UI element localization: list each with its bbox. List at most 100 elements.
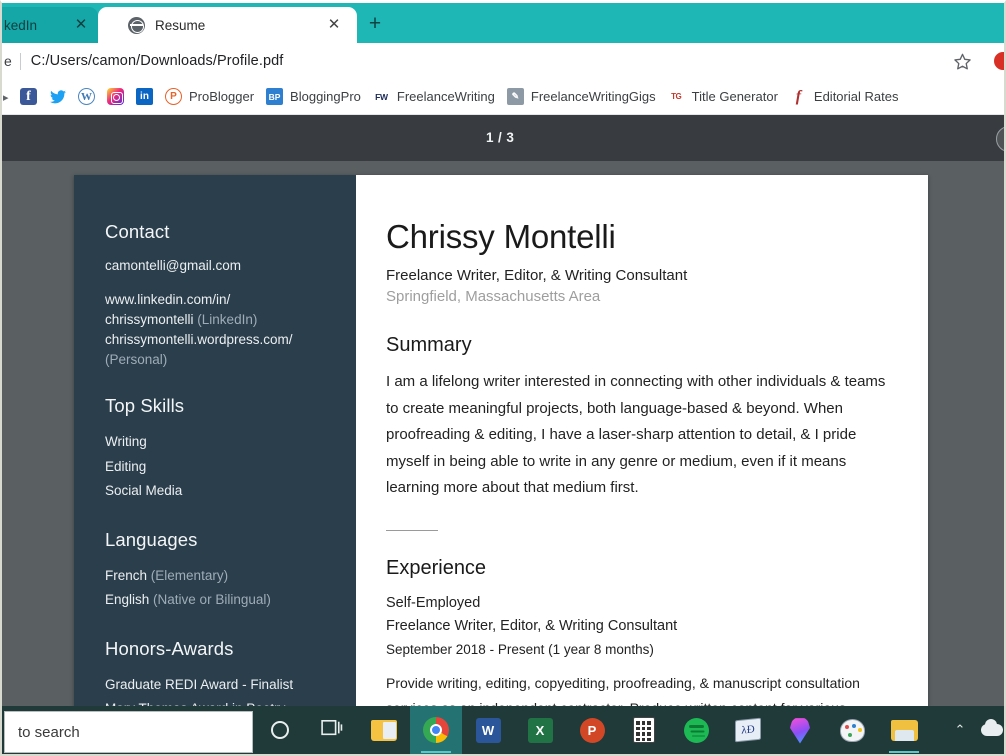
- excel-icon: X: [527, 717, 553, 743]
- experience-heading: Experience: [386, 557, 487, 579]
- tab-linkedin-close-icon[interactable]: ✕: [72, 16, 90, 34]
- bookmark-title-generator-label: Title Generator: [691, 89, 778, 104]
- experience-description: Provide writing, editing, copyediting, p…: [386, 675, 860, 707]
- top-skills-heading: Top Skills: [105, 395, 185, 416]
- honors-heading: Honors-Awards: [105, 637, 234, 659]
- experience-entry: Self-Employed Freelance Writer, Editor, …: [386, 592, 894, 707]
- taskbar-excel-button[interactable]: X: [514, 706, 566, 754]
- taskbar-paint-button[interactable]: [826, 706, 878, 754]
- bookmark-problogger-label: ProBlogger: [189, 89, 255, 104]
- show-hidden-icons-button[interactable]: ⌃: [944, 706, 976, 754]
- bookmark-title-generator[interactable]: TG Title Generator: [662, 84, 784, 110]
- pdf-viewer-stage[interactable]: Contact camontelli@gmail.com www.linkedi…: [2, 161, 1004, 707]
- browser-window: kedIn ✕ Resume ✕ + e C:/Users/camon/Down…: [0, 0, 1006, 756]
- bookmark-facebook[interactable]: f: [14, 84, 43, 110]
- bookmark-editorial-rates-label: Editorial Rates: [813, 89, 899, 104]
- taskbar-word-button[interactable]: W: [462, 706, 514, 754]
- pdf-favicon-icon: [128, 16, 145, 34]
- tab-resume-label: Resume: [155, 17, 206, 33]
- top-skills-section: Top Skills Writing Editing Social Media: [105, 395, 356, 504]
- omnibox-divider: [19, 52, 21, 70]
- taskbar-chrome-button[interactable]: [410, 706, 462, 754]
- bloggingpro-icon: BP: [266, 88, 284, 105]
- contact-linkedin-handle: chrissymontelli: [105, 312, 194, 327]
- new-tab-button[interactable]: +: [364, 13, 386, 35]
- bookmark-bloggingpro[interactable]: BP BloggingPro: [260, 84, 367, 110]
- bookmark-twitter[interactable]: [43, 84, 72, 110]
- taskbar-icon-strip: W X P λĐ: [254, 706, 930, 754]
- language-item: French (Elementary): [105, 564, 356, 589]
- onedrive-icon: [981, 719, 1003, 736]
- folder-icon: [890, 719, 918, 741]
- tab-linkedin-label: kedIn: [4, 17, 38, 33]
- calculator-icon: [633, 717, 655, 743]
- address-bar-url[interactable]: C:/Users/camon/Downloads/Profile.pdf: [31, 53, 284, 69]
- top-skill-item: Social Media: [105, 483, 183, 498]
- paint-icon: [839, 718, 865, 742]
- profile-avatar[interactable]: [992, 50, 1004, 72]
- language-level: (Elementary): [150, 567, 229, 583]
- bookmarks-overflow-arrow[interactable]: ▸: [3, 91, 9, 104]
- bookmark-freelancewritinggigs[interactable]: ✎ FreelanceWritingGigs: [501, 84, 662, 110]
- contact-linkedin-tag: (LinkedIn): [197, 312, 258, 327]
- tab-resume-close-icon[interactable]: ✕: [325, 16, 343, 34]
- contact-personal-url: chrissymontelli.wordpress.com/: [105, 332, 293, 347]
- contact-email: camontelli@gmail.com: [105, 258, 241, 273]
- contact-heading: Contact: [105, 221, 170, 242]
- omnibox-prefix: e: [4, 53, 12, 69]
- bookmark-freelancewriting-label: FreelanceWriting: [396, 89, 495, 104]
- taskbar-spotify-button[interactable]: [670, 706, 722, 754]
- folder-active-indicator: [889, 750, 919, 753]
- chrome-icon: [423, 717, 449, 743]
- taskbar-calculator-button[interactable]: [618, 706, 670, 754]
- taskbar-cortana-button[interactable]: [254, 706, 306, 754]
- bookmark-editorial-rates[interactable]: f Editorial Rates: [784, 84, 905, 110]
- spotify-icon: [683, 717, 709, 743]
- bookmark-freelancewriting[interactable]: FW FreelanceWriting: [367, 84, 501, 110]
- onedrive-button[interactable]: [976, 706, 1004, 754]
- tab-linkedin[interactable]: kedIn ✕: [2, 7, 98, 43]
- summary-heading: Summary: [386, 334, 472, 356]
- linkedin-icon: in: [136, 88, 153, 105]
- resume-location: Springfield, Massachusetts Area: [386, 288, 601, 305]
- bookmark-linkedin[interactable]: in: [130, 84, 159, 110]
- word-icon: W: [475, 717, 501, 743]
- chrome-active-indicator: [421, 750, 451, 753]
- editorial-rates-icon: f: [795, 88, 802, 105]
- resume-name: Chrissy Montelli: [386, 218, 616, 255]
- bookmark-instagram[interactable]: [101, 84, 130, 110]
- experience-company: Self-Employed: [386, 595, 481, 611]
- pdf-page-indicator: 1 / 3: [486, 130, 515, 145]
- language-name: English: [105, 592, 150, 607]
- bookmark-star-icon[interactable]: [953, 52, 972, 71]
- bookmark-wordpress[interactable]: W: [72, 84, 101, 110]
- taskbar-powerpoint-button[interactable]: P: [566, 706, 618, 754]
- resume-sidebar: Contact camontelli@gmail.com www.linkedi…: [74, 175, 356, 707]
- bookmark-freelancewritinggigs-label: FreelanceWritingGigs: [530, 89, 656, 104]
- taskbar-maps-button[interactable]: [774, 706, 826, 754]
- language-name: French: [105, 567, 148, 583]
- freelancewritinggigs-icon: ✎: [506, 88, 524, 105]
- contact-personal-tag: (Personal): [105, 352, 168, 367]
- instagram-icon: [107, 88, 124, 105]
- lexicon-icon: λĐ: [735, 717, 761, 743]
- taskbar-lexicon-button[interactable]: λĐ: [722, 706, 774, 754]
- taskbar-task-view-button[interactable]: [306, 706, 358, 754]
- chrome-tab-strip: kedIn ✕ Resume ✕ +: [2, 3, 1004, 43]
- taskbar-search-input[interactable]: to search: [4, 711, 253, 753]
- top-skill-item: Editing: [105, 458, 147, 474]
- pdf-toolbar-right-button[interactable]: [996, 126, 1004, 152]
- wordpress-icon: W: [78, 88, 95, 105]
- file-explorer-icon: [371, 719, 397, 741]
- language-level: (Native or Bilingual): [153, 592, 271, 607]
- language-item: English (Native or Bilingual): [105, 588, 356, 613]
- section-divider: [386, 529, 438, 531]
- languages-heading: Languages: [105, 528, 198, 550]
- taskbar-folder-button[interactable]: [878, 706, 930, 754]
- tab-resume[interactable]: Resume ✕: [98, 7, 357, 43]
- bookmark-problogger[interactable]: P ProBlogger: [159, 84, 260, 110]
- taskbar-file-explorer-button[interactable]: [358, 706, 410, 754]
- powerpoint-icon: P: [579, 717, 605, 743]
- contact-linkedin-line1: www.linkedin.com/in/: [105, 292, 231, 307]
- chevron-up-icon: ⌃: [954, 722, 966, 737]
